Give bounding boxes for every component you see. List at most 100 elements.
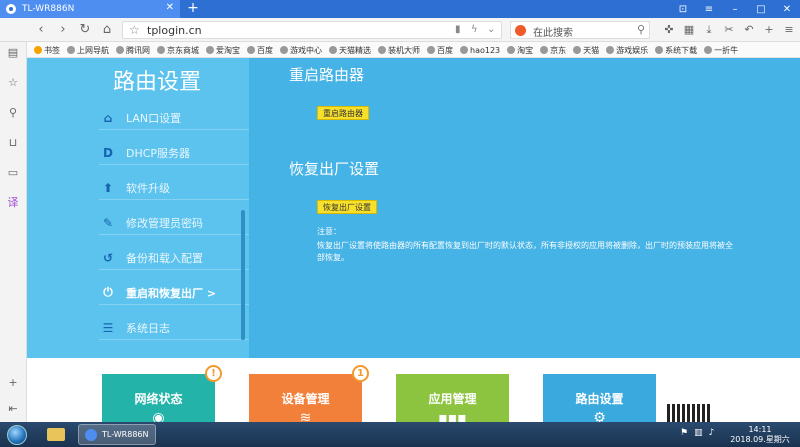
search-icon[interactable]: ⚲ [4, 104, 22, 122]
sidebar-item-1[interactable]: D DHCP服务器 [99, 141, 249, 165]
reboot-title: 重启路由器 [289, 66, 365, 84]
address-toolbar: ‹ › ↻ ⌂ ☆ tplogin.cn ▮ ϟ ⌄ 在此搜索 ⚲ ✜ ▦ ⤓ … [0, 18, 800, 42]
browser-task-button[interactable]: TL-WR886N [78, 424, 156, 445]
qr-code [667, 404, 711, 422]
add-icon[interactable]: + [760, 21, 778, 39]
refresh-icon[interactable]: ↻ [76, 21, 94, 39]
bookmark-item[interactable]: 装机大师 [378, 42, 420, 57]
dropdown-icon[interactable]: ⌄ [487, 24, 495, 35]
url-field[interactable]: ☆ tplogin.cn ▮ ϟ ⌄ [122, 21, 502, 39]
network-icon[interactable]: ▥ [694, 428, 703, 438]
sidebar-item-0[interactable]: ⌂ LAN口设置 [99, 106, 249, 130]
shield-icon[interactable]: ▮ [455, 24, 461, 35]
favorites-icon[interactable]: ☆ [4, 74, 22, 92]
clock[interactable]: 14:11 2018.09.星期六 [730, 425, 790, 445]
house-icon: ⌂ [103, 110, 113, 125]
bookmark-item[interactable]: 京东 [540, 42, 567, 57]
sidebar-item-6[interactable]: ☰ 系统日志 [99, 316, 249, 340]
bookmark-item[interactable]: 腾讯网 [116, 42, 150, 57]
tplink-favicon-icon [6, 4, 16, 14]
bookmark-item[interactable]: 爱淘宝 [206, 42, 240, 57]
gamepad-icon[interactable]: ✜ [660, 21, 678, 39]
bookmark-item[interactable]: 游戏中心 [280, 42, 322, 57]
start-button[interactable] [2, 423, 32, 446]
nav-card-label: 网络状态 [134, 392, 183, 406]
site-icon [460, 46, 468, 54]
cart-icon[interactable]: ⊔ [4, 134, 22, 152]
nav-card-0[interactable]: 网络状态 ◉ [102, 374, 215, 422]
bookmark-item[interactable]: hao123 [460, 42, 500, 57]
collapse-icon[interactable]: ⇤ [4, 400, 22, 418]
forward-icon[interactable]: › [54, 21, 72, 39]
bookmark-item[interactable]: 系统下载 [655, 42, 697, 57]
scissors-icon[interactable]: ✂ [720, 21, 738, 39]
back-icon[interactable]: ‹ [32, 21, 50, 39]
site-icon [67, 46, 75, 54]
download-icon[interactable]: ⤓ [700, 21, 718, 39]
nav-card-3[interactable]: 路由设置 ⚙ [543, 374, 656, 422]
note-label: 注意： [317, 227, 341, 236]
grid-icon[interactable]: ▦ [680, 21, 698, 39]
maximize-icon[interactable]: □ [748, 0, 774, 18]
sidebar-item-5[interactable]: ⏻ 重启和恢复出厂 > [99, 281, 249, 305]
more-icon[interactable]: ≡ [780, 21, 798, 39]
sidebar-item-4[interactable]: ↺ 备份和载入配置 [99, 246, 249, 270]
bookmark-item[interactable]: 天猫 [573, 42, 599, 57]
minimize-icon[interactable]: – [722, 0, 748, 18]
bookmark-label: 爱淘宝 [216, 45, 240, 55]
bookmark-item[interactable]: 京东商城 [157, 42, 199, 57]
bookmark-item[interactable]: 百度 [427, 42, 453, 57]
notification-badge: ! [205, 365, 222, 382]
lightning-icon[interactable]: ϟ [471, 24, 478, 35]
bookmark-item[interactable]: 上网导航 [67, 42, 109, 57]
search-engine-icon[interactable] [515, 25, 526, 36]
bookmark-item[interactable]: 游戏娱乐 [606, 42, 648, 57]
add-icon[interactable]: + [4, 374, 22, 392]
nav-card-1[interactable]: 设备管理 ≋ [249, 374, 362, 422]
url-text: tplogin.cn [147, 24, 202, 37]
bookmark-item[interactable]: 淘宝 [507, 42, 534, 57]
search-field[interactable]: 在此搜索 ⚲ [510, 21, 650, 39]
folder-icon [47, 428, 65, 441]
reboot-button[interactable]: 重启路由器 [317, 106, 369, 120]
translate-icon[interactable]: 译 [4, 194, 22, 212]
menu-icon[interactable]: ≡ [696, 0, 722, 18]
live-icon[interactable]: ▭ [4, 164, 22, 182]
bookmark-label: 书签 [44, 45, 60, 55]
volume-icon[interactable]: ♪ [709, 428, 715, 438]
close-tab-icon[interactable]: ✕ [166, 2, 174, 13]
skin-icon[interactable]: ⊡ [670, 0, 696, 18]
bookmark-label: 京东商城 [167, 45, 199, 55]
home-icon[interactable]: ⌂ [98, 21, 116, 39]
bookmark-label: 京东 [550, 45, 567, 55]
flag-icon[interactable]: ⚑ [680, 428, 688, 438]
page-title: 路由设置 [113, 70, 202, 95]
nav-card-label: 路由设置 [575, 392, 624, 406]
bookmark-star-icon[interactable]: ☆ [129, 23, 140, 37]
site-icon [329, 46, 337, 54]
window-controls: ⊡ ≡ – □ ✕ [670, 0, 800, 18]
reader-icon[interactable]: ▤ [4, 44, 22, 62]
bookmark-label: 淘宝 [517, 45, 534, 55]
search-icon[interactable]: ⚲ [637, 23, 645, 36]
factory-reset-button[interactable]: 恢复出厂设置 [317, 200, 377, 214]
sidebar-scrollbar[interactable] [241, 210, 245, 340]
sidebar-item-3[interactable]: ✎ 修改管理员密码 [99, 211, 249, 235]
bookmark-item[interactable]: 一折牛 [704, 42, 738, 57]
bookmark-item[interactable]: 百度 [247, 42, 273, 57]
close-window-icon[interactable]: ✕ [774, 0, 800, 18]
new-tab-button[interactable]: + [184, 0, 202, 18]
undo-icon[interactable]: ↶ [740, 21, 758, 39]
bookmark-label: 游戏中心 [290, 45, 322, 55]
apps-icon: ▪▪▪ [438, 410, 467, 422]
explorer-button[interactable] [40, 424, 72, 445]
toolbar-icons: ✜ ▦ ⤓ ✂ ↶ + ≡ [660, 21, 798, 39]
bookmark-item[interactable]: 书签 [34, 42, 60, 57]
bookmark-item[interactable]: 天猫精选 [329, 42, 371, 57]
site-icon [606, 46, 615, 54]
site-icon [427, 46, 435, 54]
nav-card-2[interactable]: 应用管理 ▪▪▪ [396, 374, 509, 422]
tab-router[interactable]: TL-WR886N ✕ [0, 0, 180, 18]
sidebar-item-2[interactable]: ⬆ 软件升级 [99, 176, 249, 200]
router-page: 路由设置 ⌂ LAN口设置 D DHCP服务器 ⬆ 软件升级 ✎ 修改管理员密码 ↺ 备份和载入配… [27, 58, 800, 422]
